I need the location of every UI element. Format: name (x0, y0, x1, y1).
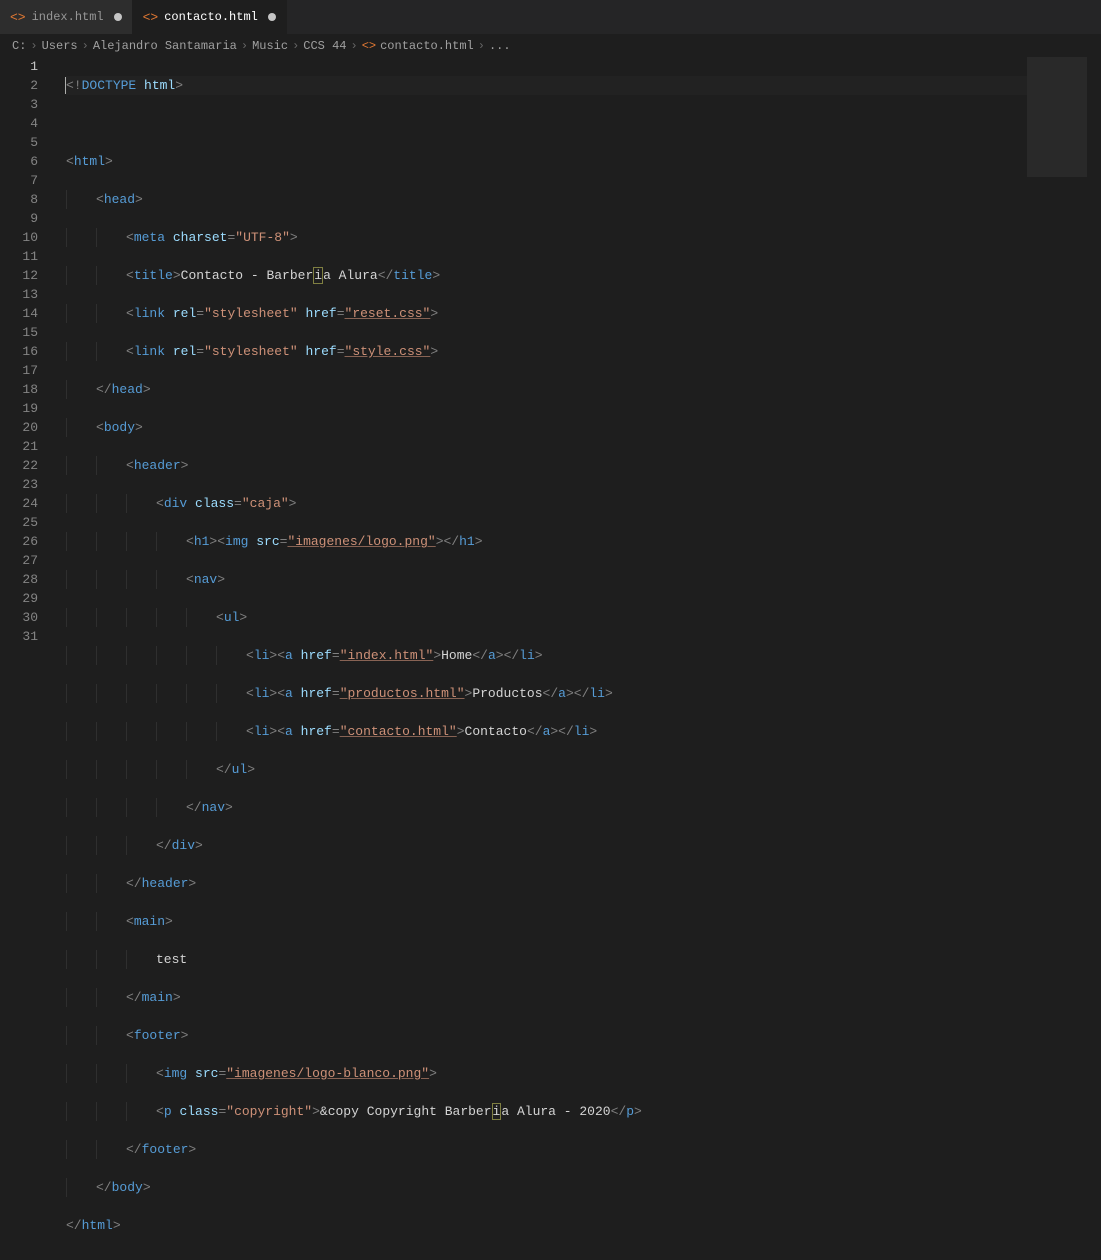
breadcrumb-file[interactable]: contacto.html (380, 39, 474, 53)
breadcrumb-part[interactable]: Users (42, 39, 78, 53)
code-line[interactable]: <h1><img src="imagenes/logo.png"></h1> (66, 532, 1027, 551)
code-line[interactable]: <footer> (66, 1026, 1027, 1045)
modified-dot-icon (268, 13, 276, 21)
minimap[interactable] (1027, 57, 1087, 630)
code-line[interactable]: <meta charset="UTF-8"> (66, 228, 1027, 247)
code-line[interactable]: <p class="copyright">&copy Copyright Bar… (66, 1102, 1027, 1121)
code-line[interactable]: </ul> (66, 760, 1027, 779)
chevron-right-icon: › (478, 39, 485, 53)
code-line[interactable]: </main> (66, 988, 1027, 1007)
code-line[interactable]: <link rel="stylesheet" href="style.css"> (66, 342, 1027, 361)
code-line[interactable]: <div class="caja"> (66, 494, 1027, 513)
line-number: 24 (0, 494, 38, 513)
code-line[interactable]: </html> (66, 1216, 1027, 1235)
code-line[interactable]: </head> (66, 380, 1027, 399)
code-line[interactable] (66, 114, 1027, 133)
code-line[interactable]: <main> (66, 912, 1027, 931)
line-number: 16 (0, 342, 38, 361)
code-line[interactable]: </nav> (66, 798, 1027, 817)
code-line[interactable]: </body> (66, 1178, 1027, 1197)
line-number: 25 (0, 513, 38, 532)
line-number: 12 (0, 266, 38, 285)
code-line[interactable]: <nav> (66, 570, 1027, 589)
line-number: 19 (0, 399, 38, 418)
line-number: 3 (0, 95, 38, 114)
line-number: 2 (0, 76, 38, 95)
code-line[interactable]: </footer> (66, 1140, 1027, 1159)
chevron-right-icon: › (241, 39, 248, 53)
tab-label: index.html (32, 10, 104, 24)
breadcrumb[interactable]: C: › Users › Alejandro Santamaria › Musi… (0, 35, 1101, 57)
line-number: 20 (0, 418, 38, 437)
minimap-viewport[interactable] (1027, 57, 1087, 177)
breadcrumb-part[interactable]: C: (12, 39, 26, 53)
code-line[interactable]: test (66, 950, 1027, 969)
breadcrumb-part[interactable]: Alejandro Santamaria (93, 39, 237, 53)
line-number-gutter: 1 2 3 4 5 6 7 8 9 10 11 12 13 14 15 16 1… (0, 57, 58, 630)
line-number: 29 (0, 589, 38, 608)
line-number: 22 (0, 456, 38, 475)
line-number: 5 (0, 133, 38, 152)
modified-dot-icon (114, 13, 122, 21)
html-file-icon: <> (362, 39, 376, 53)
line-number: 6 (0, 152, 38, 171)
breadcrumb-part[interactable]: Music (252, 39, 288, 53)
code-line[interactable]: <link rel="stylesheet" href="reset.css"> (66, 304, 1027, 323)
code-editor[interactable]: 1 2 3 4 5 6 7 8 9 10 11 12 13 14 15 16 1… (0, 57, 1101, 630)
chevron-right-icon: › (30, 39, 37, 53)
code-line[interactable]: <li><a href="contacto.html">Contacto</a>… (66, 722, 1027, 741)
line-number: 8 (0, 190, 38, 209)
line-number: 26 (0, 532, 38, 551)
breadcrumb-ellipsis[interactable]: ... (489, 39, 511, 53)
line-number: 17 (0, 361, 38, 380)
code-line[interactable]: </header> (66, 874, 1027, 893)
tab-label: contacto.html (164, 10, 258, 24)
html-file-icon: <> (143, 10, 159, 25)
code-line[interactable]: </div> (66, 836, 1027, 855)
line-number: 21 (0, 437, 38, 456)
breadcrumb-part[interactable]: CCS 44 (303, 39, 346, 53)
code-line[interactable]: <li><a href="index.html">Home</a></li> (66, 646, 1027, 665)
line-number: 28 (0, 570, 38, 589)
line-number: 7 (0, 171, 38, 190)
line-number: 15 (0, 323, 38, 342)
code-line[interactable]: <body> (66, 418, 1027, 437)
tab-bar: <> index.html <> contacto.html (0, 0, 1101, 35)
line-number: 18 (0, 380, 38, 399)
code-line[interactable]: <!DOCTYPE html> (66, 76, 1027, 95)
code-line[interactable]: <head> (66, 190, 1027, 209)
code-line[interactable]: <img src="imagenes/logo-blanco.png"> (66, 1064, 1027, 1083)
code-line[interactable]: <html> (66, 152, 1027, 171)
line-number: 23 (0, 475, 38, 494)
tab-index[interactable]: <> index.html (0, 0, 133, 34)
line-number: 11 (0, 247, 38, 266)
code-line[interactable]: <ul> (66, 608, 1027, 627)
code-line[interactable]: <li><a href="productos.html">Productos</… (66, 684, 1027, 703)
line-number: 30 (0, 608, 38, 627)
code-line[interactable]: <header> (66, 456, 1027, 475)
chevron-right-icon: › (292, 39, 299, 53)
line-number: 14 (0, 304, 38, 323)
line-number: 27 (0, 551, 38, 570)
code-area[interactable]: <!DOCTYPE html> <html> <head> <meta char… (58, 57, 1027, 630)
vertical-scrollbar[interactable] (1087, 57, 1101, 630)
chevron-right-icon: › (82, 39, 89, 53)
code-line[interactable]: <title>Contacto - Barberia Alura</title> (66, 266, 1027, 285)
line-number: 10 (0, 228, 38, 247)
chevron-right-icon: › (351, 39, 358, 53)
line-number: 13 (0, 285, 38, 304)
line-number: 1 (0, 57, 38, 76)
line-number: 4 (0, 114, 38, 133)
tab-contacto[interactable]: <> contacto.html (133, 0, 287, 34)
line-number: 9 (0, 209, 38, 228)
html-file-icon: <> (10, 10, 26, 25)
